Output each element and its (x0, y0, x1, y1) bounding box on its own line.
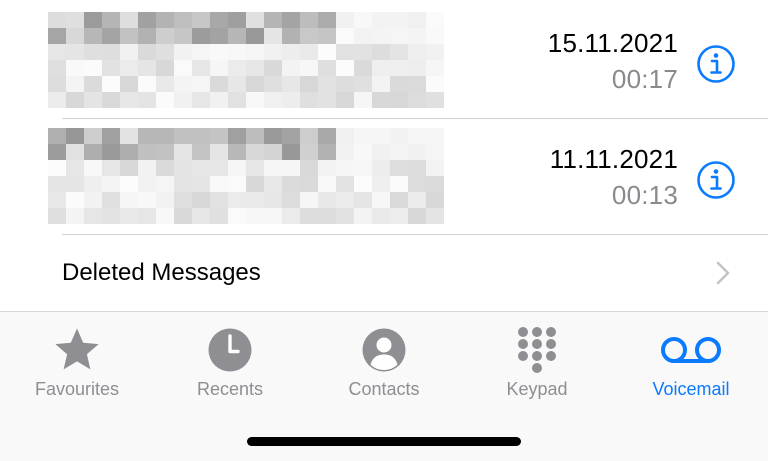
redacted-caller-name (48, 128, 444, 224)
info-icon[interactable] (696, 44, 736, 84)
tab-voicemail[interactable]: Voicemail (614, 322, 768, 402)
tab-label: Recents (196, 379, 264, 399)
keypad-icon (518, 327, 556, 373)
voicemail-duration: 00:17 (611, 64, 678, 94)
chevron-right-icon (716, 261, 730, 285)
tab-recents[interactable]: Recents (153, 322, 307, 402)
tab-label: Voicemail (652, 379, 730, 399)
tab-favourites[interactable]: Favourites (0, 322, 154, 402)
tab-label: Keypad (506, 379, 568, 399)
tab-label: Contacts (348, 379, 420, 399)
voicemail-date: 15.11.2021 (547, 28, 678, 58)
info-icon[interactable] (696, 160, 736, 200)
phone-voicemail-screen: 15.11.2021 00:17 11.11.2021 00:13 Delete… (0, 0, 768, 461)
tab-contacts[interactable]: Contacts (307, 322, 461, 402)
home-indicator[interactable] (247, 437, 521, 446)
voicemail-date: 11.11.2021 (549, 144, 678, 174)
voicemail-row[interactable]: 11.11.2021 00:13 (0, 118, 768, 234)
voicemail-duration: 00:13 (611, 180, 678, 210)
star-icon (55, 328, 99, 370)
tab-label: Favourites (34, 379, 120, 399)
clock-icon (208, 328, 252, 372)
tab-bar: Favourites Recents Contacts Keypad Voice… (0, 311, 768, 461)
redacted-caller-name (48, 12, 444, 108)
voicemail-row[interactable]: 15.11.2021 00:17 (0, 2, 768, 118)
deleted-messages-row[interactable]: Deleted Messages (0, 235, 768, 311)
tab-keypad[interactable]: Keypad (460, 322, 614, 402)
person-circle-icon (362, 328, 406, 372)
voicemail-icon (661, 337, 721, 363)
deleted-messages-label: Deleted Messages (62, 259, 261, 286)
